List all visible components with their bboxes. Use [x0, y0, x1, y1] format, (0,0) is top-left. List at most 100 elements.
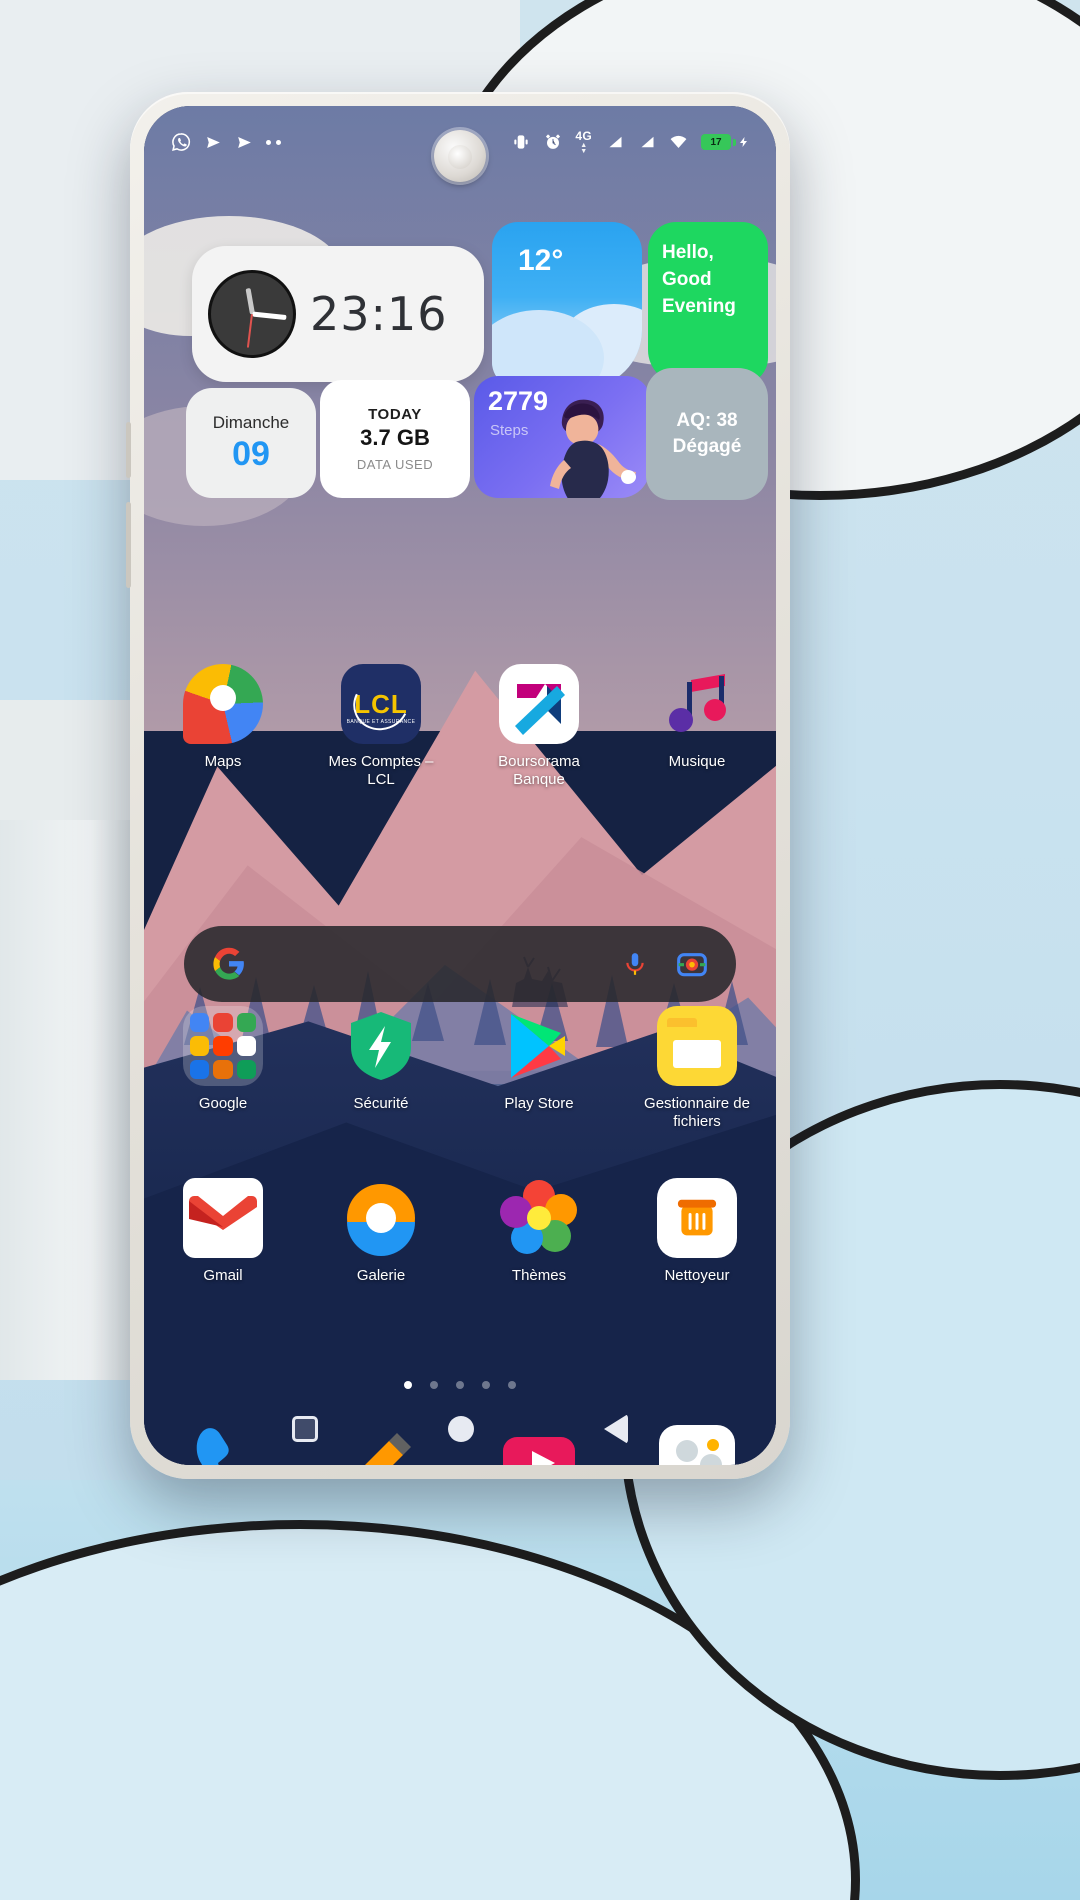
microphone-icon[interactable] — [622, 948, 648, 980]
app-file-manager[interactable]: Gestionnaire de fichiers — [618, 1006, 776, 1132]
runner-illustration — [550, 399, 636, 498]
search-bar-actions — [622, 948, 708, 980]
app-themes[interactable]: Thèmes — [460, 1178, 618, 1285]
folder-mini-icon — [236, 1013, 256, 1033]
greeting-line-3: Evening — [662, 295, 736, 317]
page-indicator[interactable] — [144, 1381, 776, 1389]
volume-button[interactable] — [126, 422, 131, 478]
folder-mini-icon — [236, 1059, 256, 1079]
data-usage-widget[interactable]: TODAY 3.7 GB DATA USED — [320, 380, 470, 498]
page-dot[interactable] — [456, 1381, 464, 1389]
app-nettoyeur[interactable]: Nettoyeur — [618, 1178, 776, 1285]
app-label: Google — [198, 1095, 248, 1112]
google-g-icon — [213, 947, 244, 980]
steps-widget[interactable]: 2779 Steps — [474, 376, 650, 498]
status-bar-notifications — [170, 131, 281, 153]
air-quality-index: AQ: 38 — [676, 410, 738, 431]
signal-bars-2-icon — [641, 136, 654, 148]
signal-bars-icon — [609, 136, 622, 148]
network-4g-icon: 4G ▲ ▼ — [575, 128, 592, 155]
greeting-line-2: Good — [662, 268, 712, 290]
boursorama-icon — [499, 664, 579, 744]
google-folder-icon — [183, 1006, 263, 1086]
air-quality-widget[interactable]: AQ: 38 Dégagé — [646, 368, 768, 500]
calendar-day-number: 09 — [232, 434, 270, 473]
front-camera-icon — [434, 130, 486, 182]
folder-mini-icon — [213, 1059, 233, 1079]
clock-widget[interactable]: 23:16 — [192, 246, 484, 382]
security-shield-icon — [341, 1006, 421, 1086]
send-icon — [238, 136, 251, 148]
air-quality-condition: Dégagé — [672, 436, 742, 457]
analog-clock-face — [208, 270, 296, 358]
lcl-arc — [345, 669, 417, 739]
home-circle-icon[interactable] — [448, 1416, 474, 1442]
power-button[interactable] — [126, 502, 131, 588]
music-icon — [657, 664, 737, 744]
app-label: Nettoyeur — [664, 1267, 730, 1284]
steps-label: Steps — [490, 422, 529, 439]
file-manager-icon — [657, 1006, 737, 1086]
alarm-icon — [546, 134, 561, 149]
calendar-widget[interactable]: Dimanche 09 — [186, 388, 316, 498]
back-triangle-icon[interactable] — [604, 1414, 628, 1444]
greeting-widget[interactable]: Hello, Good Evening — [648, 222, 768, 384]
minute-hand — [251, 311, 287, 321]
folder-mini-icon — [190, 1036, 210, 1056]
battery-level-label: 17 — [701, 134, 731, 150]
app-securite[interactable]: Sécurité — [302, 1006, 460, 1132]
widget-mosaic: 23:16 12° Hello, Good Evening Dimanche 0… — [180, 218, 768, 518]
more-dots-icon — [266, 139, 281, 145]
app-gmail[interactable]: Gmail — [144, 1178, 302, 1285]
gmail-icon — [183, 1178, 263, 1258]
app-boursorama[interactable]: Boursorama Banque — [460, 664, 618, 790]
calendar-weekday: Dimanche — [212, 412, 290, 432]
app-lcl[interactable]: LCL BANQUE ET ASSURANCE Mes Comptes – LC… — [302, 664, 460, 790]
app-maps[interactable]: Maps — [144, 664, 302, 790]
app-google-folder[interactable]: Google — [144, 1006, 302, 1132]
app-label: Sécurité — [353, 1095, 409, 1112]
data-usage-title: TODAY — [368, 406, 422, 423]
lcl-logo-subtext: BANQUE ET ASSURANCE — [346, 719, 416, 725]
page-dot[interactable] — [508, 1381, 516, 1389]
phone-screen[interactable]: 4G ▲ ▼ 17 23:16 12° Hello, Good Evening … — [144, 106, 776, 1465]
data-usage-value: 3.7 GB — [360, 425, 430, 450]
greeting-line-1: Hello, — [662, 242, 714, 263]
app-label: Boursorama Banque — [498, 753, 580, 789]
play-store-icon — [499, 1006, 579, 1086]
page-dot[interactable] — [430, 1381, 438, 1389]
app-label: Maps — [204, 753, 242, 770]
page-dot[interactable] — [482, 1381, 490, 1389]
hour-hand — [245, 287, 255, 315]
battery-indicator: 17 — [701, 134, 750, 150]
app-row-2: Google Sécurité Play Store Gestionnaire … — [144, 1006, 776, 1132]
app-galerie[interactable]: Galerie — [302, 1178, 460, 1285]
app-label: Play Store — [504, 1095, 574, 1112]
vibrate-icon — [514, 135, 529, 149]
navigation-bar — [144, 1393, 776, 1465]
app-row-1: Maps LCL BANQUE ET ASSURANCE Mes Comptes… — [144, 664, 776, 790]
cleaner-icon — [657, 1178, 737, 1258]
app-label: Galerie — [356, 1267, 406, 1284]
recents-square-icon[interactable] — [292, 1416, 318, 1442]
app-play-store[interactable]: Play Store — [460, 1006, 618, 1132]
phone-device: 4G ▲ ▼ 17 23:16 12° Hello, Good Evening … — [126, 92, 790, 1479]
send-icon — [207, 136, 220, 148]
weather-widget[interactable]: 12° — [492, 222, 642, 388]
charging-bolt-icon — [740, 137, 747, 147]
page-dot-active[interactable] — [404, 1381, 412, 1389]
battery-cap — [733, 138, 736, 146]
lcl-icon: LCL BANQUE ET ASSURANCE — [341, 664, 421, 744]
app-label: Mes Comptes – LCL — [328, 753, 434, 789]
camera-lens-icon[interactable] — [676, 948, 708, 980]
folder-mini-icon — [213, 1036, 233, 1056]
google-search-bar[interactable] — [184, 926, 736, 1002]
folder-mini-icon — [190, 1059, 210, 1079]
maps-icon — [183, 664, 263, 744]
app-row-3: Gmail Galerie Thèmes Nettoyeur — [144, 1178, 776, 1285]
wifi-icon — [670, 135, 687, 148]
second-hand — [246, 313, 253, 348]
folder-mini-icon — [213, 1013, 233, 1033]
app-musique[interactable]: Musique — [618, 664, 776, 790]
status-bar-system-icons: 4G ▲ ▼ 17 — [511, 130, 750, 155]
